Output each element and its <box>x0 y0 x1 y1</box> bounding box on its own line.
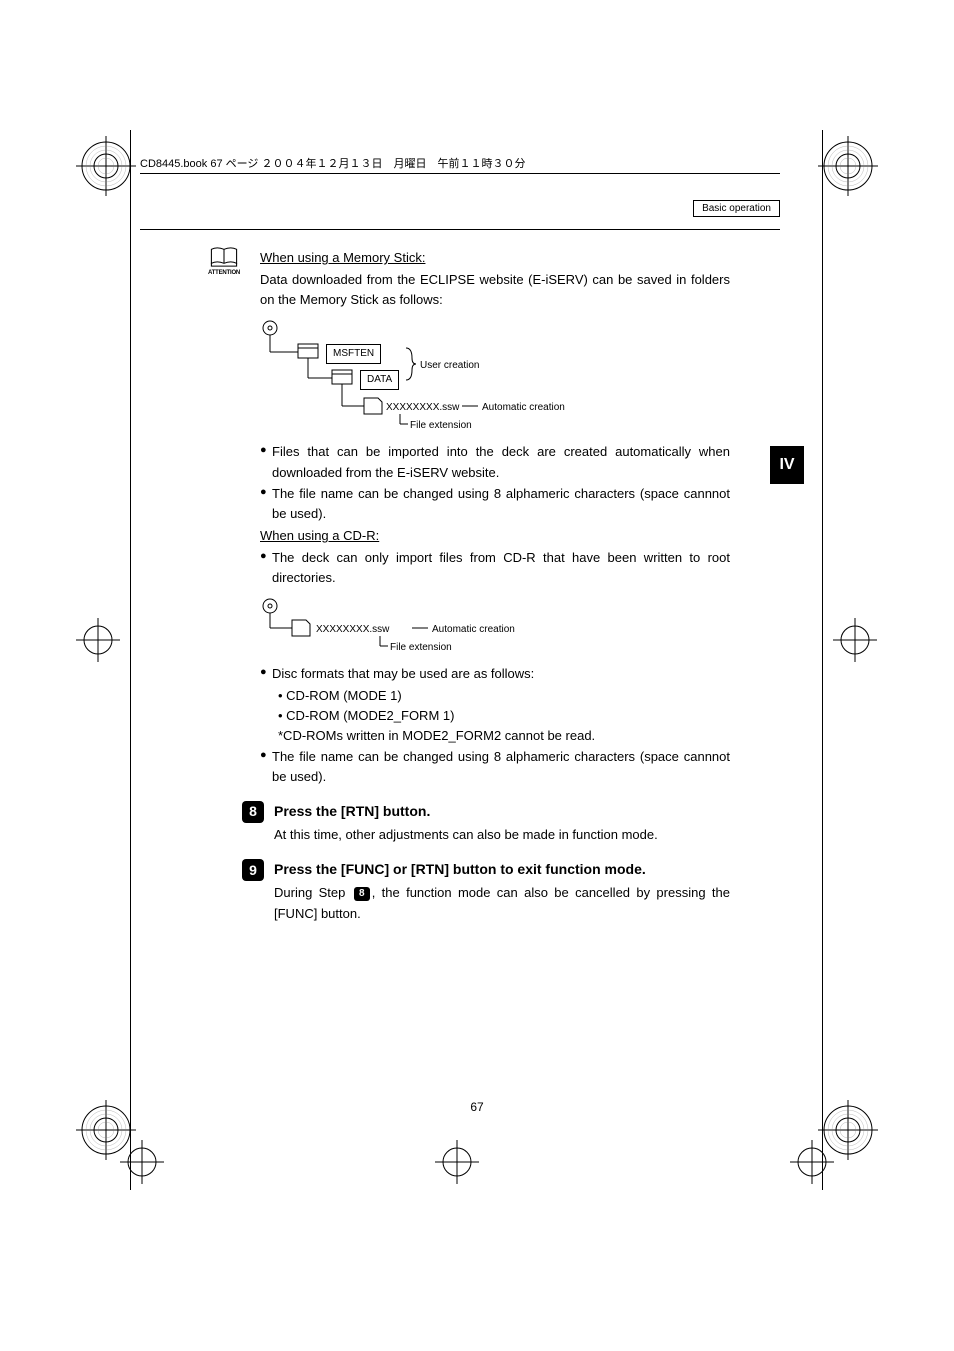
attention-label: ATTENTION <box>205 269 243 278</box>
crop-mark-icon <box>790 1140 834 1184</box>
crop-mark-icon <box>833 618 877 662</box>
tree-folder-2: DATA <box>360 370 399 390</box>
cdr-tree-diagram: XXXXXXXX.ssw Automatic creation File ext… <box>260 596 730 656</box>
disc-item-1: • CD-ROM (MODE 1) <box>278 686 730 706</box>
ms-bullet-2: ● The file name can be changed using 8 a… <box>260 484 730 524</box>
bullet-icon: ● <box>260 442 272 460</box>
step-number-badge: 9 <box>242 859 264 881</box>
cdr-tree-auto: Automatic creation <box>432 622 515 638</box>
guide-line <box>822 130 823 1190</box>
cdr-tree-file: XXXXXXXX.ssw <box>316 622 389 638</box>
step-8: 8 Press the [RTN] button. <box>242 801 730 823</box>
step-ref-badge: 8 <box>354 887 370 901</box>
ms-tree-diagram: MSFTEN DATA XXXXXXXX.ssw User creation A… <box>260 318 730 434</box>
cdr-disc-bullet: ● Disc formats that may be used are as f… <box>260 664 730 684</box>
crop-mark-icon <box>818 136 878 196</box>
cdr-bullet-last: ● The file name can be changed using 8 a… <box>260 747 730 787</box>
step-number-badge: 8 <box>242 801 264 823</box>
cdr-title: When using a CD-R: <box>260 526 730 546</box>
disc-item-2: • CD-ROM (MODE2_FORM 1) <box>278 706 730 726</box>
ms-intro: Data downloaded from the ECLIPSE website… <box>260 270 730 310</box>
step-8-title: Press the [RTN] button. <box>274 801 730 823</box>
step-9-body: During Step 8, the function mode can als… <box>274 883 730 923</box>
step-8-body: At this time, other adjustments can also… <box>274 825 730 845</box>
print-header-line: CD8445.book 67 ページ ２００４年１２月１３日 月曜日 午前１１時… <box>140 155 780 174</box>
guide-line <box>130 130 131 1190</box>
step-9-title: Press the [FUNC] or [RTN] button to exit… <box>274 859 730 881</box>
crop-mark-icon <box>120 1140 164 1184</box>
ms-bullet-1: ● Files that can be imported into the de… <box>260 442 730 482</box>
section-label: Basic operation <box>693 200 780 217</box>
tree-user-creation: User creation <box>420 358 479 374</box>
crop-mark-icon <box>435 1140 479 1184</box>
tree-file: XXXXXXXX.ssw <box>386 400 459 416</box>
bullet-icon: ● <box>260 548 272 566</box>
step-9: 9 Press the [FUNC] or [RTN] button to ex… <box>242 859 730 881</box>
crop-mark-icon <box>76 618 120 662</box>
bullet-icon: ● <box>260 484 272 502</box>
ms-title: When using a Memory Stick: <box>260 248 730 268</box>
cdr-bullet-1: ● The deck can only import files from CD… <box>260 548 730 588</box>
page-number: 67 <box>0 1100 954 1114</box>
bullet-icon: ● <box>260 747 272 765</box>
disc-item-3: *CD-ROMs written in MODE2_FORM2 cannot b… <box>278 726 730 746</box>
tree-folder-1: MSFTEN <box>326 344 381 364</box>
tree-file-ext: File extension <box>410 418 472 434</box>
attention-icon: ATTENTION <box>205 246 243 278</box>
bullet-icon: ● <box>260 664 272 682</box>
step-9-body-prefix: During Step <box>274 885 352 900</box>
cdr-tree-ext: File extension <box>390 640 452 656</box>
tree-auto-creation: Automatic creation <box>482 400 565 416</box>
page-content: CD8445.book 67 ページ ２００４年１２月１３日 月曜日 午前１１時… <box>140 155 780 924</box>
crop-mark-icon <box>76 136 136 196</box>
